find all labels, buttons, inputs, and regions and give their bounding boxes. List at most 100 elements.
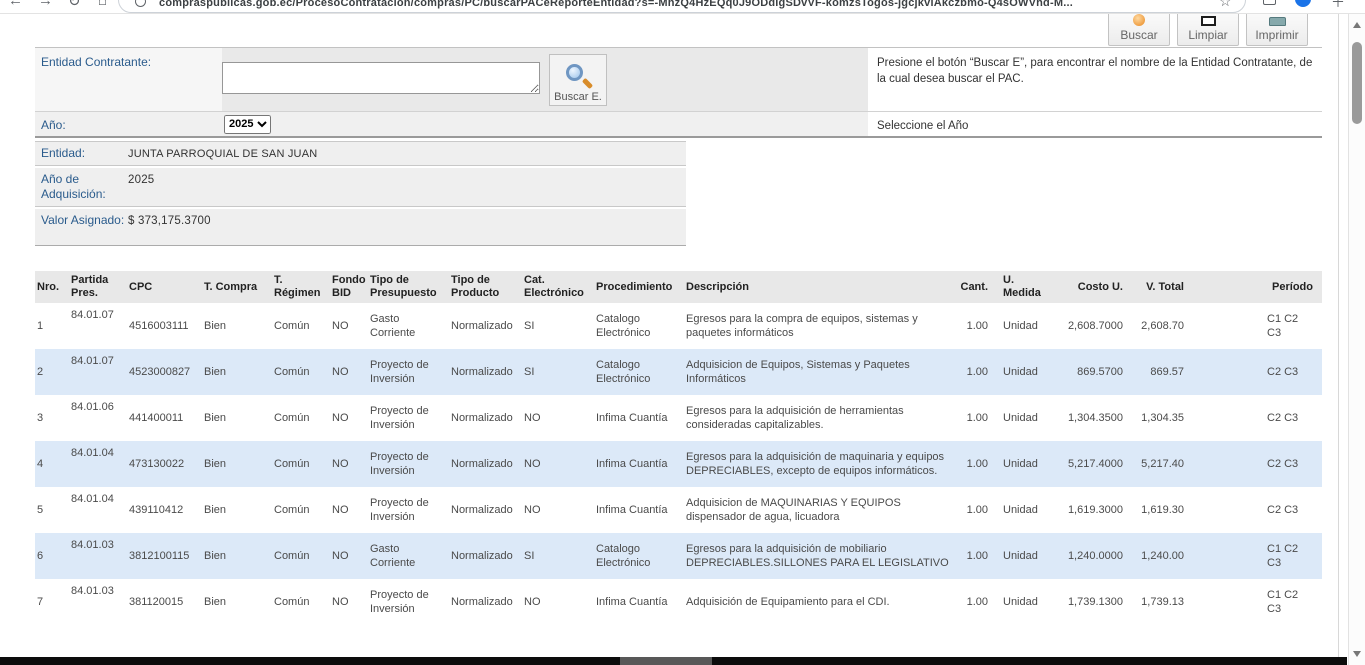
cell-text: 5: [37, 504, 43, 516]
cell-text: SI: [524, 550, 534, 562]
cell-text: C2 C3: [1267, 457, 1313, 471]
header-procedimiento: Procedimiento: [594, 271, 684, 303]
bookmark-star-icon[interactable]: ☆: [1219, 0, 1232, 10]
anio-adquisicion-value: 2025: [127, 168, 686, 206]
cell-cant: 1.00: [956, 303, 993, 349]
site-info-icon[interactable]: [135, 0, 146, 7]
cell-vtotal: 5,217.40: [1127, 441, 1189, 487]
page: Buscar Limpiar Imprimir Entidad Contrata…: [0, 14, 1348, 665]
address-bar[interactable]: compraspublicas.gob.ec/ProcesoContrataci…: [118, 0, 1246, 13]
cell-text: 3: [37, 412, 43, 424]
year-select[interactable]: 2025: [224, 115, 271, 134]
entidad-contratante-input[interactable]: [222, 62, 540, 94]
cell-nro: 6: [35, 533, 69, 579]
cell-tpres: Proyecto de Inversión: [368, 441, 449, 487]
browser-menu-icon[interactable]: ＋: [1331, 0, 1345, 12]
buscar-button[interactable]: Buscar: [1108, 14, 1170, 46]
cell-text: Común: [274, 504, 309, 516]
cell-tpres: Proyecto de Inversión: [368, 579, 449, 625]
cell-text: 5,217.40: [1141, 458, 1184, 470]
entidad-contratante-label: Entidad Contratante:: [35, 48, 222, 112]
reload-icon[interactable]: ↻: [68, 0, 81, 10]
cell-text: Común: [274, 412, 309, 424]
back-icon[interactable]: ←: [8, 0, 23, 9]
cell-text: 4516003111: [129, 320, 189, 332]
cell-nro: 4: [35, 441, 69, 487]
cell-cant: 1.00: [956, 395, 993, 441]
scrollbar-thumb[interactable]: [1352, 42, 1362, 124]
forward-icon[interactable]: →: [38, 0, 53, 9]
valor-asignado-value: $ 373,175.3700: [127, 209, 686, 245]
cell-text: Adquisición de Equipamiento para el CDI.: [686, 596, 890, 608]
entity-info-row: Año de Adquisición: 2025: [35, 168, 686, 207]
cell-text: 381120015: [129, 596, 183, 608]
scrollbar-up-arrow-icon[interactable]: [1353, 22, 1361, 28]
cell-costo: 869.5700: [1043, 349, 1127, 395]
cell-text: 84.01.03: [71, 585, 114, 597]
cell-text: NO: [524, 458, 541, 470]
cell-text: 2,608.7000: [1068, 320, 1123, 332]
cell-text: 439110412: [129, 504, 183, 516]
home-icon[interactable]: ⌂: [98, 0, 107, 9]
cell-text: Común: [274, 596, 309, 608]
cell-text: NO: [524, 596, 541, 608]
cell-tcompra: Bien: [202, 349, 272, 395]
vertical-scrollbar[interactable]: [1348, 14, 1365, 665]
cell-text: SI: [524, 320, 534, 332]
cell-text: Catalogo Electrónico: [596, 359, 650, 385]
entidad-contratante-control: Buscar E.: [222, 48, 868, 112]
cell-text: Gasto Corriente: [370, 543, 415, 569]
cell-nro: 3: [35, 395, 69, 441]
cell-cant: 1.00: [956, 487, 993, 533]
cell-costo: 2,608.7000: [1043, 303, 1127, 349]
cell-partida: 84.01.07: [69, 349, 127, 395]
cell-text: NO: [524, 504, 541, 516]
bottom-black-bar: [0, 657, 1347, 665]
imprimir-button[interactable]: Imprimir: [1246, 14, 1308, 46]
limpiar-icon: [1201, 16, 1216, 26]
cell-periodo: C1 C2 C3: [1189, 303, 1322, 349]
cell-text: Bien: [204, 596, 226, 608]
table-row: 184.01.074516003111BienComúnNOGasto Corr…: [35, 303, 1322, 349]
cell-proc: Catalogo Electrónico: [594, 533, 684, 579]
cell-text: 1,240.00: [1141, 550, 1184, 562]
cell-tprod: Normalizado: [449, 487, 522, 533]
cell-costo: 1,619.3000: [1043, 487, 1127, 533]
cell-nro: 5: [35, 487, 69, 533]
cell-text: Proyecto de Inversión: [370, 359, 429, 385]
cell-fondo: NO: [330, 349, 368, 395]
cell-text: NO: [332, 458, 349, 470]
cell-catel: NO: [522, 487, 594, 533]
search-form: Entidad Contratante: Buscar E. Presione …: [35, 48, 1322, 112]
cell-tcompra: Bien: [202, 441, 272, 487]
cell-text: Catalogo Electrónico: [596, 313, 650, 339]
cell-text: Egresos para la compra de equipos, siste…: [686, 313, 918, 339]
cell-text: Proyecto de Inversión: [370, 405, 429, 431]
cell-text: Adquisicion de Equipos, Sistemas y Paque…: [686, 359, 910, 385]
cell-umed: Unidad: [993, 395, 1043, 441]
cell-text: 7: [37, 596, 43, 608]
cell-cpc: 439110412: [127, 487, 202, 533]
cell-text: 4523000827: [129, 366, 190, 378]
search-magnifier-icon: [564, 64, 592, 90]
cell-text: Bien: [204, 320, 226, 332]
cell-text: 1.00: [967, 550, 988, 562]
cell-text: SI: [524, 366, 534, 378]
limpiar-button[interactable]: Limpiar: [1177, 14, 1239, 46]
profile-avatar[interactable]: [1295, 0, 1311, 7]
cell-periodo: C2 C3: [1189, 395, 1322, 441]
cell-text: Egresos para la adquisición de mobiliari…: [686, 543, 949, 569]
side-panel-icon[interactable]: [1263, 0, 1276, 5]
table-row: 584.01.04439110412BienComúnNOProyecto de…: [35, 487, 1322, 533]
buscar-e-button[interactable]: Buscar E.: [549, 54, 607, 106]
cell-text: Infima Cuantía: [596, 458, 668, 470]
scrollbar-down-arrow-icon[interactable]: [1353, 651, 1361, 657]
cell-tprod: Normalizado: [449, 579, 522, 625]
cell-cant: 1.00: [956, 579, 993, 625]
limpiar-label: Limpiar: [1188, 28, 1227, 42]
header-t-compra: T. Compra: [202, 271, 272, 303]
table-row: 484.01.04473130022BienComúnNOProyecto de…: [35, 441, 1322, 487]
cell-text: Normalizado: [451, 320, 513, 332]
buscar-icon: [1133, 14, 1145, 26]
cell-umed: Unidad: [993, 579, 1043, 625]
